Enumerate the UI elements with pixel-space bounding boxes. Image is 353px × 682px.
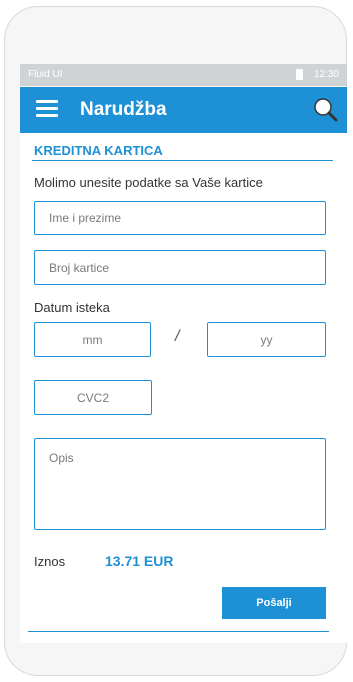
status-bar: Fluid UI 12:30 xyxy=(20,64,347,86)
name-input[interactable] xyxy=(34,201,326,235)
battery-icon xyxy=(296,69,303,80)
form-instructions: Molimo unesite podatke sa Vaše kartice xyxy=(34,175,263,190)
bottom-divider xyxy=(28,631,329,632)
submit-button[interactable]: Pošalji xyxy=(222,587,326,619)
expiry-separator: / xyxy=(175,328,180,345)
expiry-month-input[interactable] xyxy=(34,322,151,357)
page-title: Narudžba xyxy=(80,99,167,120)
section-title: KREDITNA KARTICA xyxy=(34,143,163,158)
description-textarea[interactable] xyxy=(34,438,326,530)
expiry-label: Datum isteka xyxy=(34,300,110,315)
expiry-year-input[interactable] xyxy=(207,322,326,357)
section-divider xyxy=(32,160,333,161)
card-number-input[interactable] xyxy=(34,250,326,285)
amount-label: Iznos xyxy=(34,554,66,569)
amount-value: 13.71 EUR xyxy=(105,553,174,569)
hamburger-menu-icon[interactable] xyxy=(36,100,58,118)
cvc-input[interactable] xyxy=(34,380,152,415)
app-bar: Narudžba xyxy=(20,87,347,133)
order-form: KREDITNA KARTICA Molimo unesite podatke … xyxy=(20,133,347,643)
search-icon[interactable] xyxy=(311,96,339,124)
status-app-name: Fluid UI xyxy=(28,69,63,80)
status-time: 12:30 xyxy=(313,69,339,80)
